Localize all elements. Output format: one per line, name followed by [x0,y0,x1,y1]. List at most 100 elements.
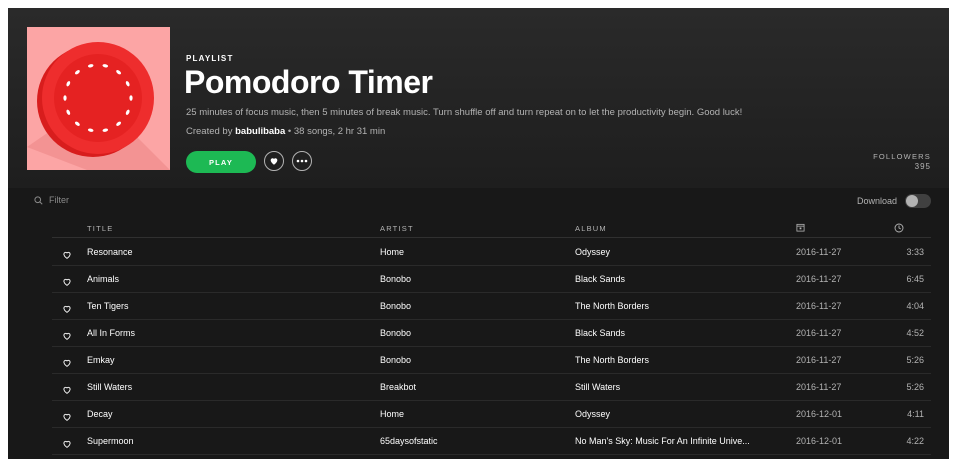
heart-outline-icon [63,305,71,313]
track-duration: 5:26 [906,355,924,365]
save-track-button[interactable] [62,409,72,427]
playlist-header: PLAYLIST Pomodoro Timer 25 minutes of fo… [8,8,949,188]
track-row[interactable]: All In Forms Bonobo Black Sands 2016-11-… [8,320,949,347]
column-artist[interactable]: ARTIST [380,224,414,233]
track-added: 2016-11-27 [796,382,842,392]
track-duration: 4:22 [906,436,924,446]
track-added: 2016-12-01 [796,409,843,419]
save-track-button[interactable] [62,382,72,400]
tomato-cover-art [27,27,170,170]
column-duration[interactable] [894,223,904,235]
track-artist[interactable]: Bonobo [380,328,411,338]
track-title[interactable]: Still Waters [87,382,132,392]
playlist-description: 25 minutes of focus music, then 5 minute… [186,107,743,118]
track-album[interactable]: Black Sands [575,274,625,284]
track-duration: 4:04 [906,301,924,311]
download-label: Download [856,196,897,206]
track-title[interactable]: Supermoon [87,436,134,446]
followers-count: 395 [914,162,931,171]
heart-outline-icon [63,278,71,286]
track-duration: 4:52 [906,328,924,338]
track-row[interactable]: Animals Bonobo Black Sands 2016-11-27 6:… [8,266,949,293]
track-title[interactable]: All In Forms [87,328,135,338]
track-title[interactable]: Ten Tigers [87,301,129,311]
table-header: TITLE ARTIST ALBUM [8,220,949,238]
heart-outline-icon [63,251,71,259]
track-added: 2016-11-27 [796,328,842,338]
track-artist[interactable]: Bonobo [380,274,411,284]
track-artist[interactable]: Bonobo [380,355,411,365]
save-track-button[interactable] [62,328,72,346]
heart-outline-icon [63,440,71,448]
download-control: Download [857,194,931,208]
clock-icon [894,223,904,233]
save-track-button[interactable] [62,355,72,373]
play-button[interactable]: PLAY [186,151,256,173]
playlist-type-label: PLAYLIST [186,54,234,63]
track-album[interactable]: Black Sands [575,328,625,338]
heart-outline-icon [63,413,71,421]
column-added[interactable] [796,223,805,234]
download-toggle[interactable] [905,194,931,208]
track-artist[interactable]: Breakbot [380,382,416,392]
toggle-knob [906,195,918,207]
track-added: 2016-11-27 [796,301,842,311]
playlist-title: Pomodoro Timer [184,64,433,100]
track-row[interactable]: Decay Home Odyssey 2016-12-01 4:11 [8,401,949,428]
calendar-icon [796,223,805,232]
track-title[interactable]: Decay [87,409,113,419]
owner-link[interactable]: babulibaba [235,126,285,137]
column-album[interactable]: ALBUM [575,224,607,233]
heart-outline-icon [63,386,71,394]
save-track-button[interactable] [62,301,72,319]
track-duration: 6:45 [906,274,924,284]
playlist-cover[interactable] [27,27,170,170]
track-row[interactable]: Still Waters Breakbot Still Waters 2016-… [8,374,949,401]
heart-outline-icon [63,332,71,340]
save-track-button[interactable] [62,436,72,454]
track-artist[interactable]: 65daysofstatic [380,436,438,446]
track-album[interactable]: The North Borders [575,355,649,365]
track-title[interactable]: Resonance [87,247,133,257]
track-album[interactable]: Odyssey [575,409,610,419]
heart-icon [270,158,278,165]
heart-outline-icon [63,359,71,367]
track-title[interactable]: Emkay [87,355,115,365]
created-by-prefix: Created by [186,126,236,137]
track-artist[interactable]: Bonobo [380,301,411,311]
save-track-button[interactable] [62,274,72,292]
filter-placeholder: Filter [49,195,69,205]
column-title[interactable]: TITLE [87,224,113,233]
track-title[interactable]: Animals [87,274,119,284]
playlist-stats: • 38 songs, 2 hr 31 min [285,126,386,137]
track-row[interactable]: Ten Tigers Bonobo The North Borders 2016… [8,293,949,320]
save-track-button[interactable] [62,247,72,265]
track-added: 2016-11-27 [796,247,842,257]
playlist-meta: Created by babulibaba • 38 songs, 2 hr 3… [186,126,385,137]
track-artist[interactable]: Home [380,409,404,419]
follow-button[interactable] [264,151,284,171]
track-duration: 5:26 [906,382,924,392]
track-album[interactable]: No Man's Sky: Music For An Infinite Univ… [575,436,750,446]
more-options-button[interactable] [292,151,312,171]
tomato-seed [63,95,67,101]
tomato-seed [129,95,133,101]
search-icon [34,195,43,205]
track-album[interactable]: Still Waters [575,382,620,392]
app-window: PLAYLIST Pomodoro Timer 25 minutes of fo… [8,8,949,459]
filter-field[interactable]: Filter [34,195,69,205]
track-duration: 3:33 [906,247,924,257]
track-album[interactable]: Odyssey [575,247,610,257]
track-added: 2016-12-01 [796,436,843,446]
track-artist[interactable]: Home [380,247,404,257]
track-row[interactable]: Resonance Home Odyssey 2016-11-27 3:33 [8,239,949,266]
followers-label: FOLLOWERS [873,152,931,161]
track-added: 2016-11-27 [796,274,842,284]
header-divider [52,237,931,238]
track-album[interactable]: The North Borders [575,301,649,311]
track-added: 2016-11-27 [796,355,842,365]
track-row[interactable]: Emkay Bonobo The North Borders 2016-11-2… [8,347,949,374]
ellipsis-icon [296,159,308,163]
track-row[interactable]: Supermoon 65daysofstatic No Man's Sky: M… [8,428,949,455]
row-divider [52,454,931,455]
